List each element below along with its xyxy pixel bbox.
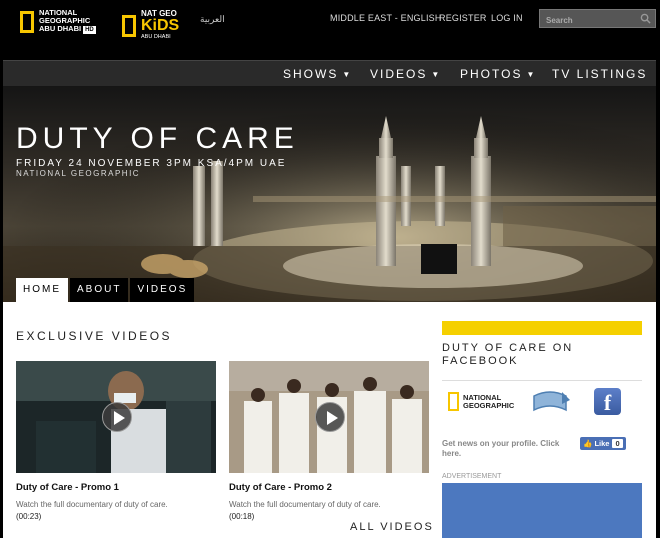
thumbs-up-icon: 👍 [583, 439, 593, 448]
like-count: 0 [612, 439, 623, 448]
video-description-2: Watch the full documentary of duty of ca… [229, 500, 381, 509]
natgeo-abudhabi-hd-logo[interactable]: NATIONAL GEOGRAPHIC ABU DHABI HD [20, 9, 96, 34]
yellow-accent-bar [442, 321, 642, 335]
nav-tv-listings[interactable]: TV LISTINGS [552, 67, 647, 81]
tab-home[interactable]: HOME [16, 278, 68, 302]
exclusive-videos-heading: EXCLUSIVE VIDEOS [16, 329, 173, 343]
yellow-border-icon [20, 10, 34, 33]
hero-channel: NATIONAL GEOGRAPHIC [16, 169, 141, 178]
all-videos-link[interactable]: ALL VIDEOS [350, 521, 434, 533]
natgeo-kids-logo[interactable]: NAT GEO KiDS ABU DHABI [122, 9, 179, 42]
video-thumbnail-1[interactable] [16, 361, 216, 473]
nav-videos[interactable]: VIDEOS ▼ [370, 67, 441, 81]
hero-airdate: FRIDAY 24 NOVEMBER 3PM KSA/4PM UAE [16, 158, 287, 169]
tab-videos[interactable]: VIDEOS [130, 278, 195, 302]
nav-photos[interactable]: PHOTOS ▼ [460, 67, 536, 81]
divider [442, 380, 642, 381]
hero-banner: DUTY OF CARE FRIDAY 24 NOVEMBER 3PM KSA/… [3, 86, 656, 302]
search-input[interactable] [540, 12, 635, 29]
advertisement-label: ADVERTISEMENT [442, 473, 502, 480]
facebook-prompt: Get news on your profile. Click here. [442, 439, 560, 458]
tab-about[interactable]: ABOUT [70, 278, 129, 302]
region-selector-link[interactable]: MIDDLE EAST - ENGLISH [330, 13, 442, 23]
advertisement-banner[interactable] [442, 483, 642, 538]
yellow-border-icon [122, 14, 136, 37]
video-thumbnail-2[interactable] [229, 361, 429, 473]
register-link[interactable]: REGISTER [439, 13, 487, 23]
video-title-1[interactable]: Duty of Care - Promo 1 [16, 482, 119, 493]
natgeo-page-logo[interactable]: NATIONAL GEOGRAPHIC [448, 392, 514, 411]
video-duration-2: (00:18) [229, 512, 255, 521]
video-duration-1: (00:23) [16, 512, 42, 521]
yellow-border-icon [448, 392, 459, 411]
video-title-2[interactable]: Duty of Care - Promo 2 [229, 482, 332, 493]
main-navigation: SHOWS ▼ VIDEOS ▼ PHOTOS ▼ TV LISTINGS [3, 60, 656, 86]
hero-title: DUTY OF CARE [16, 122, 299, 155]
main-content: EXCLUSIVE VIDEOS Duty of Care - Promo 1 … [3, 302, 656, 538]
mecca-mosque-image [3, 86, 656, 302]
caret-down-icon: ▼ [526, 70, 537, 79]
arabic-language-link[interactable]: العربية [200, 14, 225, 25]
nav-shows[interactable]: SHOWS ▼ [283, 67, 352, 81]
show-tabs: HOME ABOUT VIDEOS [16, 278, 196, 302]
play-icon[interactable] [102, 402, 132, 432]
facebook-icon[interactable]: f [594, 388, 621, 415]
caret-down-icon: ▼ [342, 70, 353, 79]
video-description-1: Watch the full documentary of duty of ca… [16, 500, 168, 509]
login-link[interactable]: LOG IN [491, 13, 523, 23]
hd-badge: HD [83, 26, 96, 34]
facebook-section-title: DUTY OF CARE ON FACEBOOK [442, 342, 574, 367]
top-bar: NATIONAL GEOGRAPHIC ABU DHABI HD NAT GEO … [0, 0, 660, 60]
play-icon[interactable] [315, 402, 345, 432]
search-box [539, 9, 656, 29]
search-icon[interactable] [640, 13, 651, 24]
facebook-like-button[interactable]: 👍 Like 0 [580, 437, 626, 450]
share-arrow-icon[interactable] [528, 390, 572, 416]
caret-down-icon: ▼ [431, 70, 442, 79]
